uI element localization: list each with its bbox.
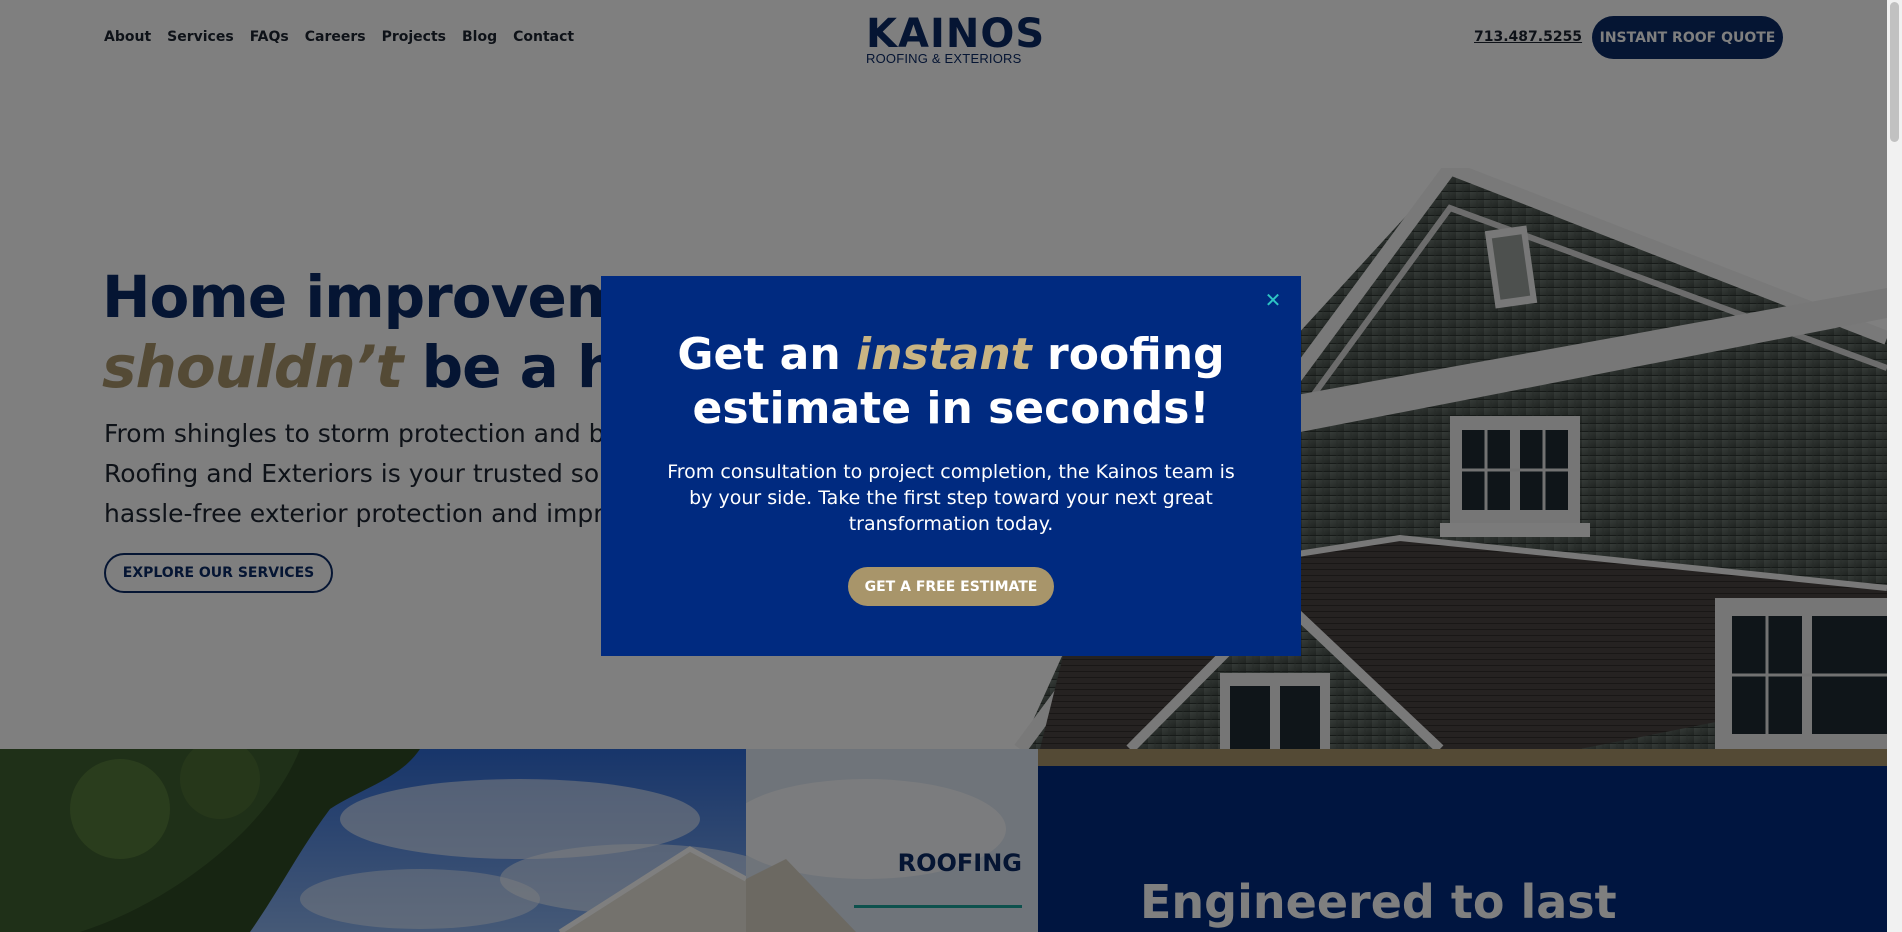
get-free-estimate-button[interactable]: GET A FREE ESTIMATE (848, 567, 1054, 606)
modal-title: Get an instant roofing estimate in secon… (601, 328, 1301, 436)
modal-description: From consultation to project completion,… (667, 461, 1235, 535)
modal-title-pre: Get an (677, 329, 857, 380)
close-icon[interactable]: ✕ (1263, 290, 1283, 310)
page-scrollbar[interactable] (1887, 0, 1902, 932)
scrollbar-thumb[interactable] (1890, 2, 1899, 142)
estimate-modal: ✕ Get an instant roofing estimate in sec… (601, 276, 1301, 656)
modal-title-accent: instant (856, 329, 1032, 380)
